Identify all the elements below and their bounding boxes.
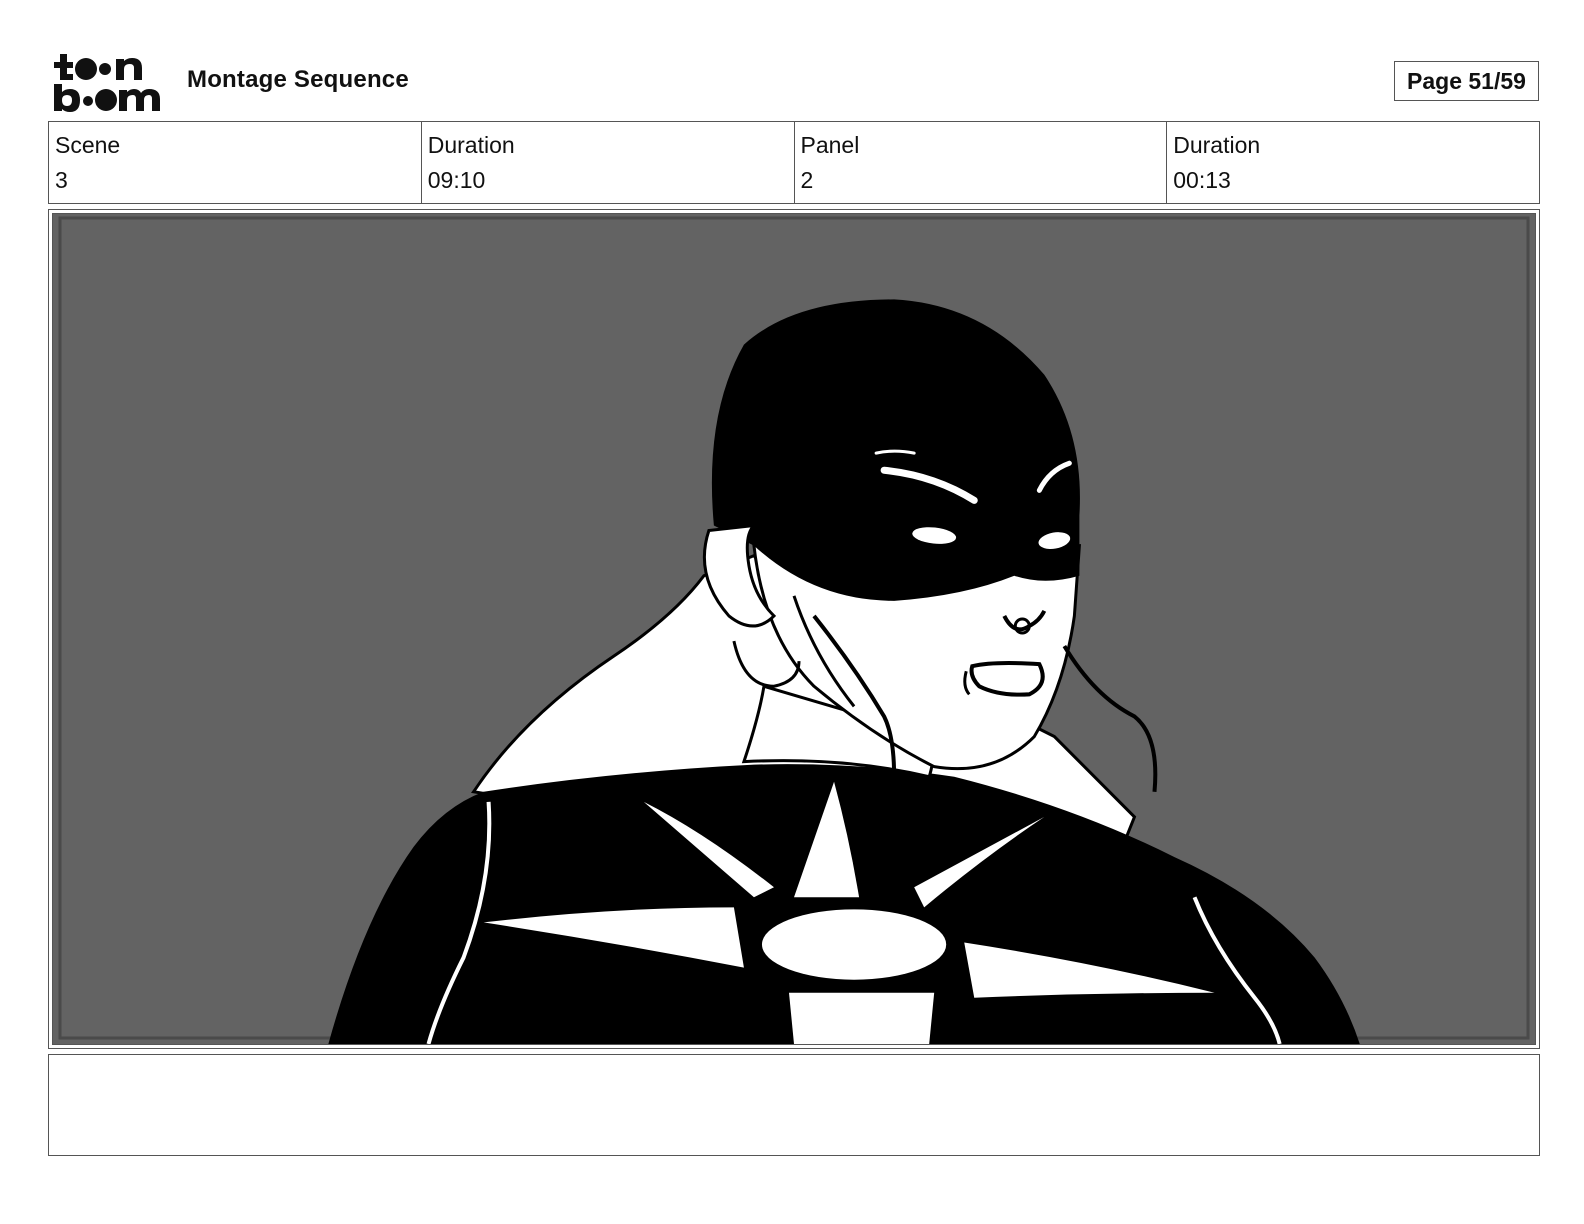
masked-heroine-drawing-icon xyxy=(53,214,1535,1044)
page-indicator: Page 51/59 xyxy=(1394,61,1539,101)
panel-notes-box xyxy=(48,1054,1540,1156)
storyboard-panel-frame xyxy=(48,209,1540,1049)
toon-boom-logo xyxy=(54,54,160,112)
document-title: Montage Sequence xyxy=(187,66,409,93)
scene-cell: Scene 3 xyxy=(49,122,422,203)
scene-label: Scene xyxy=(55,132,121,158)
scene-duration-value: 09:10 xyxy=(427,167,486,193)
panel-label: Panel xyxy=(800,132,860,158)
scene-duration-cell: Duration 09:10 xyxy=(422,122,795,203)
scene-value: 3 xyxy=(55,167,68,193)
panel-duration-label: Duration xyxy=(1173,132,1261,158)
scene-duration-label: Duration xyxy=(427,132,515,158)
scene-info-table: Scene 3 Duration 09:10 Panel 2 Duration … xyxy=(48,121,1540,204)
panel-cell: Panel 2 xyxy=(795,122,1168,203)
panel-value: 2 xyxy=(800,167,814,193)
storyboard-panel-image xyxy=(52,213,1536,1045)
panel-duration-cell: Duration 00:13 xyxy=(1167,122,1539,203)
panel-duration-value: 00:13 xyxy=(1173,167,1231,193)
